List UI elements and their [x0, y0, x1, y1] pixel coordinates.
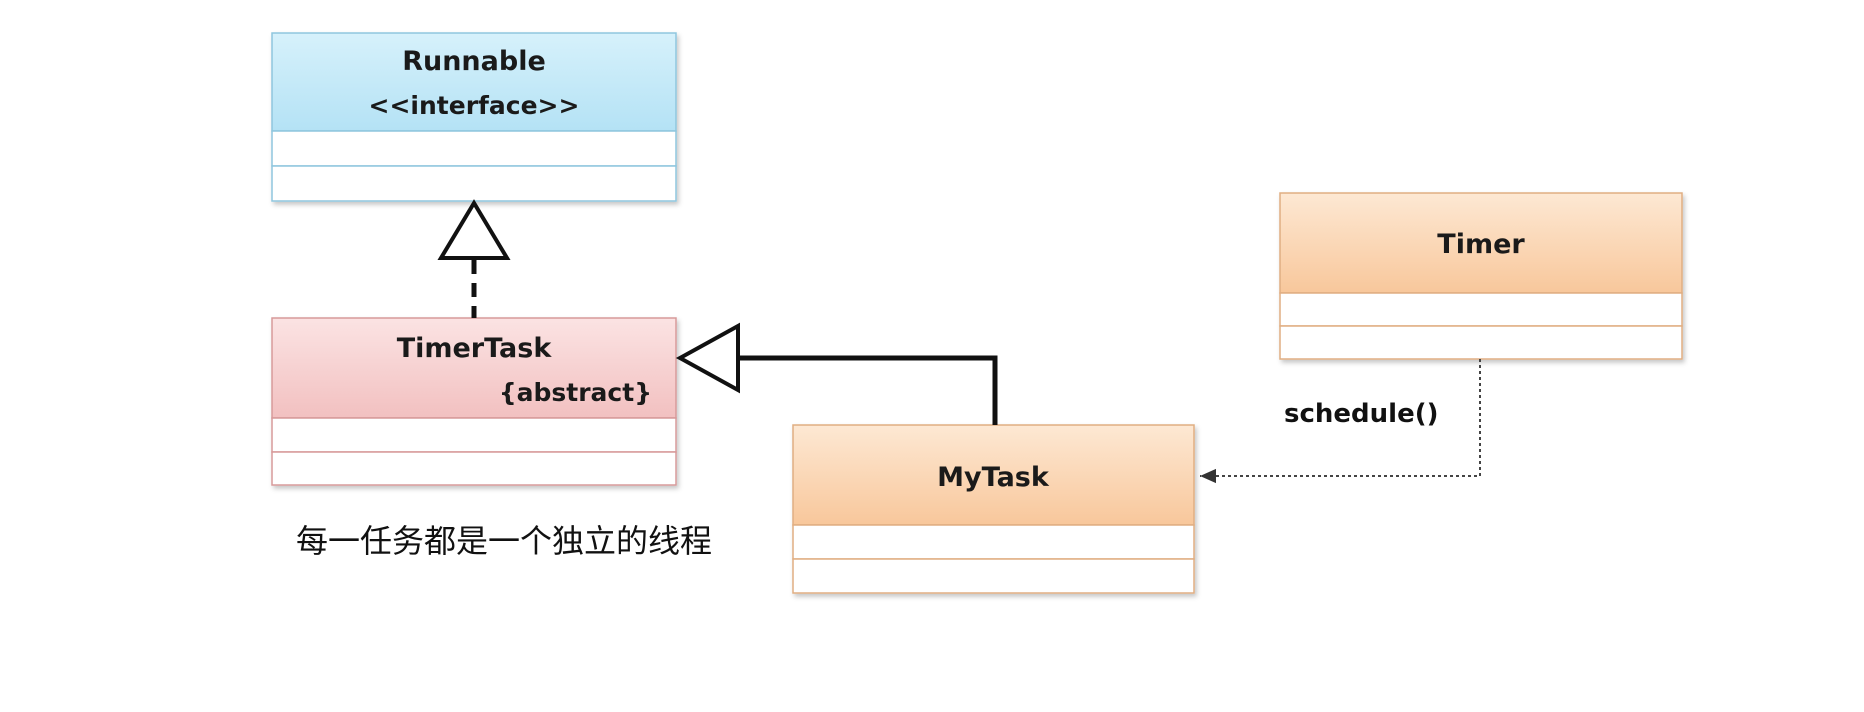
uml-class-diagram: Runnable <<interface>> TimerTask {abstra… [271, 32, 1683, 594]
inheritance-hollow-triangle [675, 322, 740, 394]
timertask-abstract-modifier: {abstract} [499, 378, 652, 407]
mytask-class-name: MyTask [937, 462, 1050, 493]
timer-class-box [1279, 192, 1683, 360]
timer-operations-compartment [1279, 325, 1683, 360]
timertask-class-name: TimerTask [397, 333, 553, 364]
realization-arrow [437, 199, 511, 318]
mytask-attributes-compartment [792, 524, 1195, 560]
runnable-class-name: Runnable [402, 46, 546, 77]
timer-attributes-compartment [1279, 292, 1683, 327]
runnable-operations-compartment [271, 165, 677, 202]
mytask-class-box [792, 424, 1195, 594]
mytask-operations-compartment [792, 558, 1195, 594]
runnable-attributes-compartment [271, 130, 677, 167]
inheritance-line [738, 355, 998, 425]
runnable-stereotype: <<interface>> [369, 91, 580, 120]
schedule-operation-label: schedule() [1284, 399, 1438, 429]
thread-note-text: 每一任务都是一个独立的线程 [296, 522, 712, 560]
timertask-operations-compartment [271, 451, 677, 486]
timertask-attributes-compartment [271, 417, 677, 453]
realization-hollow-triangle [437, 199, 511, 260]
inheritance-arrow [675, 322, 998, 425]
timer-class-name: Timer [1437, 229, 1525, 260]
